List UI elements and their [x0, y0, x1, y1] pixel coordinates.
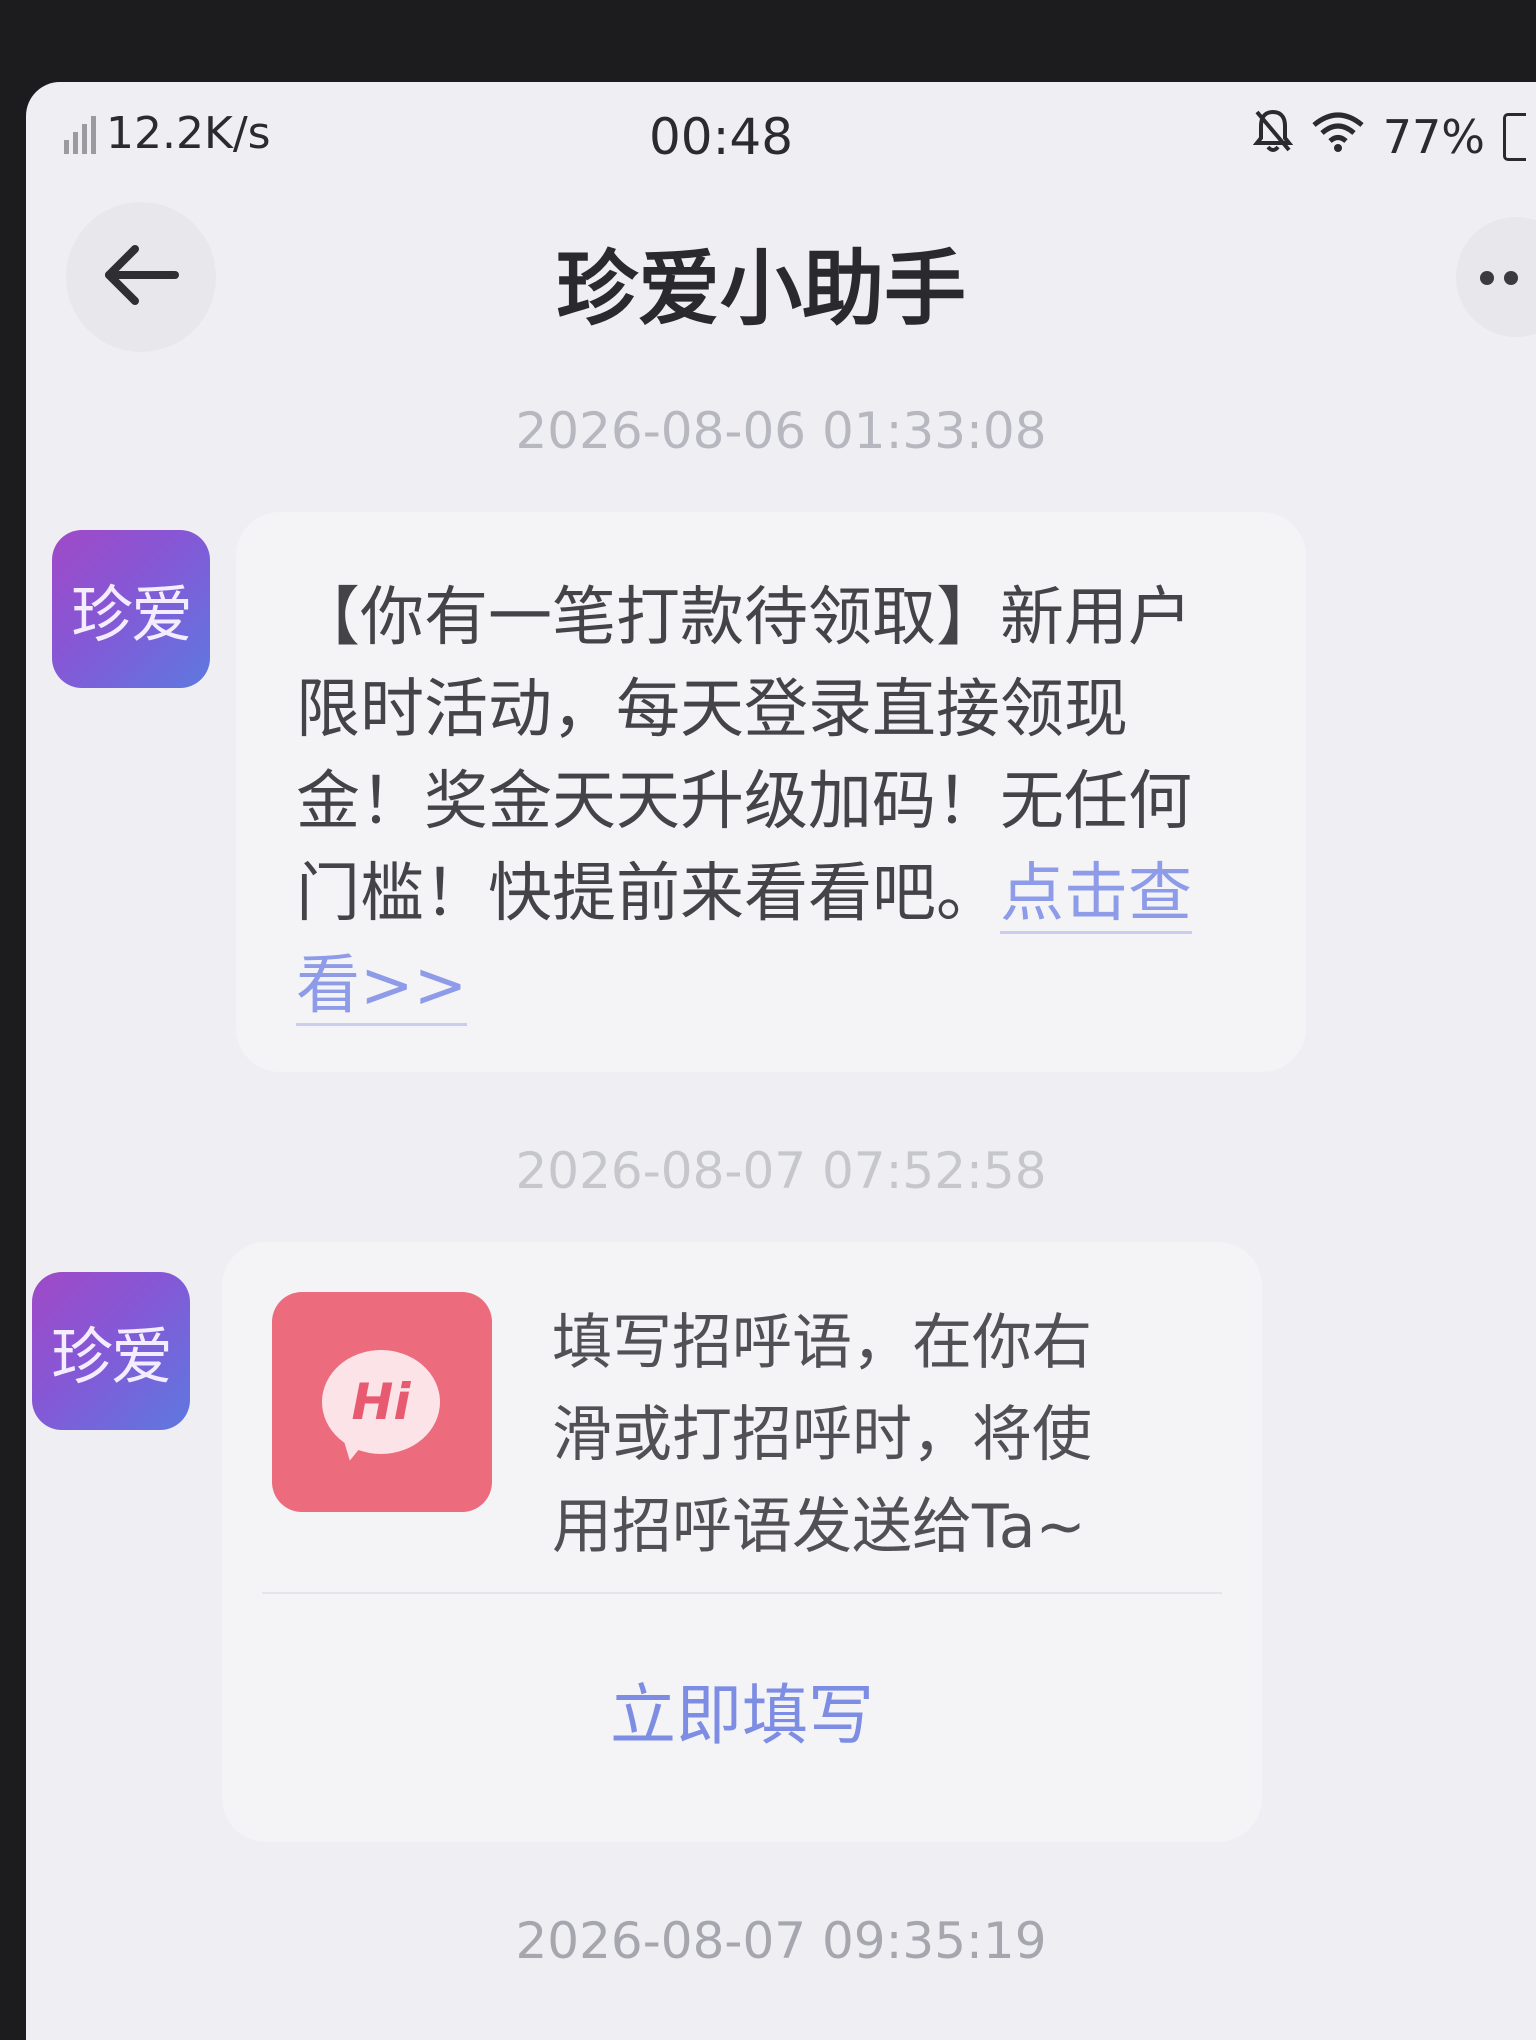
message-timestamp: 2026-08-07 09:35:19 [515, 1912, 1047, 1970]
chat-header: 珍爱小助手 [26, 192, 1536, 352]
avatar[interactable]: 珍爱 [32, 1272, 190, 1430]
message-text: 【你有一笔打款待领取】新用户限时活动，每天登录直接领现金！奖金天天升级加码！无任… [296, 572, 1196, 1032]
message-timestamp: 2026-08-07 07:52:58 [515, 1142, 1047, 1200]
battery-icon [1503, 112, 1526, 161]
card-divider [262, 1592, 1222, 1594]
avatar[interactable]: 珍爱 [52, 530, 210, 688]
message-bubble: 【你有一笔打款待领取】新用户限时活动，每天登录直接领现金！奖金天天升级加码！无任… [236, 512, 1306, 1072]
hi-app-icon: Hi [272, 1292, 492, 1512]
greeting-card: Hi 填写招呼语，在你右滑或打招呼时，将使用招呼语发送给Ta~ 立即填写 [222, 1242, 1262, 1842]
card-text: 填写招呼语，在你右滑或打招呼时，将使用招呼语发送给Ta~ [552, 1308, 1092, 1562]
chat-screen: 12.2K/s 00:48 77% 珍爱小助手 2026-08-06 01:33… [26, 82, 1536, 2040]
message-timestamp: 2026-08-06 01:33:08 [515, 402, 1047, 460]
battery-percent: 77% [1382, 109, 1485, 164]
fill-now-button[interactable]: 立即填写 [222, 1662, 1262, 1758]
mute-bell-icon [1252, 108, 1293, 165]
status-bar: 12.2K/s 00:48 77% [26, 82, 1536, 172]
wifi-icon [1311, 110, 1365, 164]
more-dot [1504, 271, 1518, 285]
more-dots-icon [1480, 271, 1494, 285]
page-title: 珍爱小助手 [555, 242, 966, 337]
status-right: 77% [1252, 108, 1526, 165]
